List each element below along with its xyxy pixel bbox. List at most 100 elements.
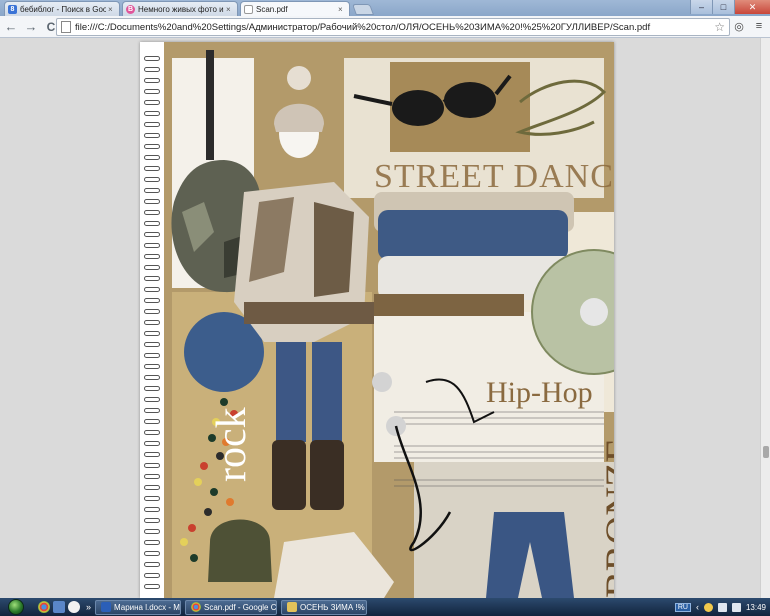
minimize-button[interactable]: – xyxy=(690,0,712,14)
windows-taskbar: » Марина l.docx - Mi... Scan.pdf - Googl… xyxy=(0,598,770,616)
language-indicator[interactable]: RU xyxy=(674,602,691,612)
spiral-ring xyxy=(144,78,160,83)
start-button[interactable] xyxy=(0,598,32,616)
folder-icon xyxy=(287,602,298,612)
skype-icon[interactable] xyxy=(68,601,80,613)
window-controls: – □ ✕ xyxy=(690,0,770,14)
spiral-ring xyxy=(144,364,160,369)
taskbar-item-word-doc[interactable]: Марина l.docx - Mi... xyxy=(95,599,182,615)
spiral-ring xyxy=(144,89,160,94)
vertical-scrollbar[interactable] xyxy=(760,38,770,598)
pdf-viewer: STREET DANCE Hip-Hop rock BRONZE xyxy=(0,38,770,598)
spiral-ring xyxy=(144,188,160,193)
spiral-ring xyxy=(144,276,160,281)
page-icon xyxy=(61,21,71,33)
spiral-ring xyxy=(144,474,160,479)
google-favicon-icon: 8 xyxy=(8,4,17,14)
spiral-ring xyxy=(144,166,160,171)
document-favicon-icon xyxy=(244,4,253,14)
collage-artwork xyxy=(164,42,614,598)
spiral-ring xyxy=(144,254,160,259)
spiral-ring xyxy=(144,452,160,457)
update-icon[interactable] xyxy=(703,602,713,612)
spiral-ring xyxy=(144,353,160,358)
tab-label: Немного живых фото из ... xyxy=(138,4,224,14)
spiral-ring xyxy=(144,507,160,512)
tab-label: Scan.pdf xyxy=(256,4,288,14)
spiral-ring xyxy=(144,177,160,182)
spiral-ring xyxy=(144,100,160,105)
chrome-icon xyxy=(191,602,202,612)
show-desktop-icon[interactable] xyxy=(53,601,65,613)
spiral-ring xyxy=(144,342,160,347)
quick-launch-overflow-icon[interactable]: » xyxy=(86,602,91,612)
spiral-ring xyxy=(144,243,160,248)
spiral-ring xyxy=(144,133,160,138)
spiral-ring xyxy=(144,430,160,435)
network-icon[interactable] xyxy=(717,602,727,612)
spiral-ring xyxy=(144,419,160,424)
word-icon xyxy=(101,602,112,612)
volume-icon[interactable] xyxy=(731,602,741,612)
spiral-ring xyxy=(144,485,160,490)
spiral-ring xyxy=(144,408,160,413)
spiral-ring xyxy=(144,199,160,204)
taskbar-item-label: ОСЕНЬ ЗИМА !% Г... xyxy=(300,602,366,612)
windows-logo-icon xyxy=(8,599,24,615)
spiral-ring xyxy=(144,463,160,468)
spiral-ring xyxy=(144,397,160,402)
clock[interactable]: 13:49 xyxy=(746,603,766,612)
spiral-ring xyxy=(144,551,160,556)
spiral-ring xyxy=(144,386,160,391)
spiral-ring xyxy=(144,67,160,72)
pdf-page: STREET DANCE Hip-Hop rock BRONZE xyxy=(140,42,614,598)
address-bar[interactable]: file:///C:/Documents%20and%20Settings/Ад… xyxy=(56,18,730,36)
back-button[interactable]: ← xyxy=(2,18,20,36)
spiral-ring xyxy=(144,540,160,545)
spiral-ring xyxy=(144,584,160,589)
collage-image: STREET DANCE Hip-Hop rock BRONZE xyxy=(164,42,614,598)
spiral-ring xyxy=(144,518,160,523)
spiral-ring xyxy=(144,232,160,237)
tab-google-search[interactable]: 8 бебиблог - Поиск в Google × xyxy=(4,1,120,16)
hip-hop-title: Hip-Hop xyxy=(486,376,593,409)
rock-title: rock xyxy=(209,407,255,482)
spiral-ring xyxy=(144,309,160,314)
spiral-ring xyxy=(144,122,160,127)
spiral-ring xyxy=(144,298,160,303)
url-text[interactable]: file:///C:/Documents%20and%20Settings/Ад… xyxy=(75,22,714,33)
scrollbar-thumb[interactable] xyxy=(763,446,769,458)
bronze-title: BRONZE xyxy=(597,438,614,598)
spiral-ring xyxy=(144,331,160,336)
spiral-ring xyxy=(144,529,160,534)
forward-button[interactable]: → xyxy=(22,18,40,36)
spiral-ring xyxy=(144,56,160,61)
extension-icon[interactable]: ◎ xyxy=(732,19,746,33)
chrome-icon[interactable] xyxy=(38,601,50,613)
tab-close-icon[interactable]: × xyxy=(338,5,346,14)
tray-expand-icon[interactable]: ‹ xyxy=(696,602,699,612)
tab-scan-pdf[interactable]: Scan.pdf × xyxy=(240,1,350,16)
close-button[interactable]: ✕ xyxy=(734,0,770,14)
tab-strip: 8 бебиблог - Поиск в Google × B Немного … xyxy=(0,0,770,16)
taskbar-item-label: Scan.pdf - Google C... xyxy=(204,602,278,612)
tab-close-icon[interactable]: × xyxy=(108,5,116,14)
menu-icon[interactable]: ≡ xyxy=(752,19,766,33)
taskbar-item-chrome[interactable]: Scan.pdf - Google C... xyxy=(185,599,278,615)
maximize-button[interactable]: □ xyxy=(712,0,734,14)
spiral-ring xyxy=(144,210,160,215)
spiral-ring xyxy=(144,441,160,446)
spiral-ring xyxy=(144,320,160,325)
tab-photo-post[interactable]: B Немного живых фото из ... × xyxy=(122,1,238,16)
new-tab-button[interactable] xyxy=(351,4,375,15)
spiral-ring xyxy=(144,111,160,116)
spiral-ring xyxy=(144,265,160,270)
spiral-binding xyxy=(140,42,164,598)
tab-label: бебиблог - Поиск в Google xyxy=(20,4,106,14)
taskbar-item-folder[interactable]: ОСЕНЬ ЗИМА !% Г... xyxy=(281,599,368,615)
bookmark-star-icon[interactable]: ☆ xyxy=(714,20,725,34)
tab-close-icon[interactable]: × xyxy=(226,5,234,14)
spiral-ring xyxy=(144,562,160,567)
spiral-ring xyxy=(144,155,160,160)
spiral-ring xyxy=(144,144,160,149)
